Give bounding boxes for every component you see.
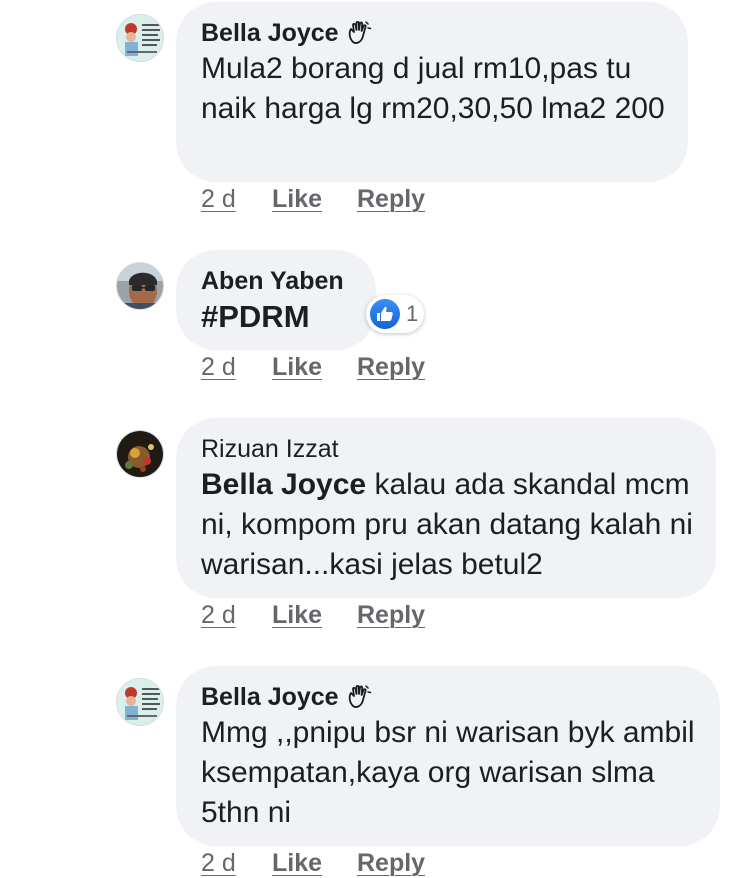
avatar-aben-yaben[interactable] <box>116 262 164 310</box>
comment-bubble: Rizuan Izzat Bella Joyce kalau ada skand… <box>176 418 716 598</box>
reply-button[interactable]: Reply <box>357 353 425 382</box>
like-button[interactable]: Like <box>272 353 357 382</box>
reaction-summary[interactable]: 1 <box>366 295 425 333</box>
comment-actions: 2 d Like Reply <box>201 601 425 630</box>
comment-text: #PDRM <box>201 299 310 334</box>
comment-bubble: Aben Yaben #PDRM <box>176 250 376 350</box>
avatar-bella-joyce[interactable] <box>116 678 164 726</box>
comment-bubble: Bella Joyce Mmg ,,pnipu bsr ni warisan b… <box>176 666 720 846</box>
like-button[interactable]: Like <box>272 185 357 214</box>
reply-button[interactable]: Reply <box>357 185 425 214</box>
mention-link[interactable]: Bella Joyce <box>201 468 366 501</box>
avatar-bella-joyce[interactable] <box>116 14 164 62</box>
comment-text: Bella Joyce kalau ada skandal mcm ni, ko… <box>201 468 693 581</box>
wave-hand-icon <box>346 684 372 710</box>
thumbs-up-icon <box>370 299 400 329</box>
reply-button[interactable]: Reply <box>357 849 425 878</box>
comment-bubble: Bella Joyce Mula2 borang d jual rm10,pas… <box>176 2 688 182</box>
comment-text: Mula2 borang d jual rm10,pas tu naik har… <box>201 52 665 125</box>
comment-author[interactable]: Rizuan Izzat <box>201 433 692 465</box>
comment-actions: 2 d Like Reply <box>201 849 425 878</box>
comment-text: Mmg ,,pnipu bsr ni warisan byk ambil kse… <box>201 716 695 829</box>
comment-author[interactable]: Bella Joyce <box>201 681 696 713</box>
comment-time[interactable]: 2 d <box>201 185 272 214</box>
like-button[interactable]: Like <box>272 849 357 878</box>
comment-time[interactable]: 2 d <box>201 601 272 630</box>
comment-author[interactable]: Aben Yaben <box>201 265 352 297</box>
comment-time[interactable]: 2 d <box>201 353 272 382</box>
reaction-count: 1 <box>406 301 419 326</box>
comment-actions: 2 d Like Reply <box>201 185 425 214</box>
comment-time[interactable]: 2 d <box>201 849 272 878</box>
wave-hand-icon <box>346 20 372 46</box>
avatar-rizuan-izzat[interactable] <box>116 430 164 478</box>
comment-author[interactable]: Bella Joyce <box>201 17 664 49</box>
comment-actions: 2 d Like Reply <box>201 353 425 382</box>
like-button[interactable]: Like <box>272 601 357 630</box>
reply-button[interactable]: Reply <box>357 601 425 630</box>
